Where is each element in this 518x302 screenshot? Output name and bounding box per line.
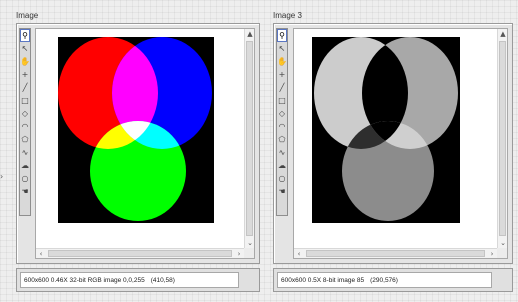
scroll-up-arrow-icon[interactable]: ▲ — [498, 29, 507, 39]
rectangle-tool-icon[interactable]: □ — [20, 94, 30, 107]
rotated-rectangle-tool-icon[interactable]: ◇ — [277, 107, 287, 120]
image-display-frame: ⚲ ↖ ✋ + ╱ □ ◇ ◠ ⬠ ∿ ☁ ○ ☚ ▲ ⌄ ‹ › — [16, 23, 260, 264]
zoom-tool-icon[interactable]: ⚲ — [277, 29, 287, 42]
pointer-tool-icon[interactable]: ↖ — [277, 42, 287, 55]
vertical-scroll-thumb[interactable] — [246, 41, 253, 236]
freehand-region-tool-icon[interactable]: ☁ — [277, 159, 287, 172]
scroll-corner — [244, 248, 254, 258]
scroll-left-arrow-icon[interactable]: ‹ — [36, 249, 46, 258]
pan-tool-icon[interactable]: ✋ — [277, 55, 287, 68]
scroll-right-arrow-icon[interactable]: › — [487, 249, 497, 258]
freehand-line-tool-icon[interactable]: ∿ — [20, 146, 30, 159]
rotated-rectangle-tool-icon[interactable]: ◇ — [20, 107, 30, 120]
horizontal-scroll-thumb[interactable] — [306, 250, 485, 257]
vertical-scroll-thumb[interactable] — [499, 41, 506, 236]
panel-title: Image — [16, 11, 39, 20]
pointer-tool-icon[interactable]: ↖ — [20, 42, 30, 55]
horizontal-scrollbar[interactable]: ‹ › — [294, 248, 497, 258]
freehand-line-tool-icon[interactable]: ∿ — [277, 146, 287, 159]
scroll-left-arrow-icon[interactable]: ‹ — [294, 249, 304, 258]
image-info-field: 600x600 0.46X 32-bit RGB image 0,0,255 (… — [20, 272, 239, 288]
horizontal-scrollbar[interactable]: ‹ › — [36, 248, 244, 258]
side-collapse-arrow-icon[interactable]: › — [0, 170, 8, 184]
image-info-text: 600x600 0.46X 32-bit RGB image 0,0,255 — [24, 276, 145, 284]
point-tool-icon[interactable]: + — [20, 68, 30, 81]
annulus-tool-icon[interactable]: ◠ — [20, 120, 30, 133]
line-tool-icon[interactable]: ╱ — [277, 81, 287, 94]
scroll-corner — [497, 248, 507, 258]
zoom-tool-icon[interactable]: ⚲ — [20, 29, 30, 42]
oval-tool-icon[interactable]: ○ — [277, 172, 287, 185]
scroll-right-arrow-icon[interactable]: › — [234, 249, 244, 258]
image-info-field: 600x600 0.5X 8-bit image 85 (290,576) — [277, 272, 492, 288]
hand-tool-icon[interactable]: ☚ — [277, 185, 287, 198]
image-info-text: 600x600 0.5X 8-bit image 85 — [281, 276, 365, 284]
hand-tool-icon[interactable]: ☚ — [20, 185, 30, 198]
image-display-panel-right: Image 3 ⚲ ↖ ✋ + ╱ □ ◇ ◠ ⬠ ∿ ☁ ○ ☚ ▲ ⌄ ‹ … — [273, 10, 513, 294]
image-viewport[interactable]: ▲ ⌄ ‹ › — [293, 28, 508, 259]
cursor-coordinates: (290,576) — [370, 276, 398, 284]
pan-tool-icon[interactable]: ✋ — [20, 55, 30, 68]
tools-palette: ⚲ ↖ ✋ + ╱ □ ◇ ◠ ⬠ ∿ ☁ ○ ☚ — [276, 28, 288, 216]
polygon-tool-icon[interactable]: ⬠ — [277, 133, 287, 146]
oval-tool-icon[interactable]: ○ — [20, 172, 30, 185]
image-display-panel-left: Image ⚲ ↖ ✋ + ╱ □ ◇ ◠ ⬠ ∿ ☁ ○ ☚ ▲ ⌄ ‹ › … — [16, 10, 260, 294]
rgb-venn-svg — [58, 37, 214, 223]
image-display-frame: ⚲ ↖ ✋ + ╱ □ ◇ ◠ ⬠ ∿ ☁ ○ ☚ ▲ ⌄ ‹ › — [273, 23, 513, 264]
line-tool-icon[interactable]: ╱ — [20, 81, 30, 94]
annulus-tool-icon[interactable]: ◠ — [277, 120, 287, 133]
vertical-scrollbar[interactable]: ▲ ⌄ — [244, 29, 254, 248]
scroll-down-arrow-icon[interactable]: ⌄ — [245, 238, 254, 248]
freehand-region-tool-icon[interactable]: ☁ — [20, 159, 30, 172]
scroll-up-arrow-icon[interactable]: ▲ — [245, 29, 254, 39]
image-viewport[interactable]: ▲ ⌄ ‹ › — [35, 28, 255, 259]
grayscale-venn-image[interactable] — [312, 37, 460, 223]
point-tool-icon[interactable]: + — [277, 68, 287, 81]
tools-palette: ⚲ ↖ ✋ + ╱ □ ◇ ◠ ⬠ ∿ ☁ ○ ☚ — [19, 28, 31, 216]
scroll-down-arrow-icon[interactable]: ⌄ — [498, 238, 507, 248]
image-info-bar: 600x600 0.46X 32-bit RGB image 0,0,255 (… — [16, 268, 260, 292]
grayscale-venn-svg — [312, 37, 460, 223]
image-info-bar: 600x600 0.5X 8-bit image 85 (290,576) — [273, 268, 513, 292]
rgb-venn-image[interactable] — [58, 37, 214, 223]
panel-title: Image 3 — [273, 11, 302, 20]
vertical-scrollbar[interactable]: ▲ ⌄ — [497, 29, 507, 248]
horizontal-scroll-thumb[interactable] — [48, 250, 232, 257]
polygon-tool-icon[interactable]: ⬠ — [20, 133, 30, 146]
rectangle-tool-icon[interactable]: □ — [277, 94, 287, 107]
cursor-coordinates: (410,58) — [150, 276, 175, 284]
